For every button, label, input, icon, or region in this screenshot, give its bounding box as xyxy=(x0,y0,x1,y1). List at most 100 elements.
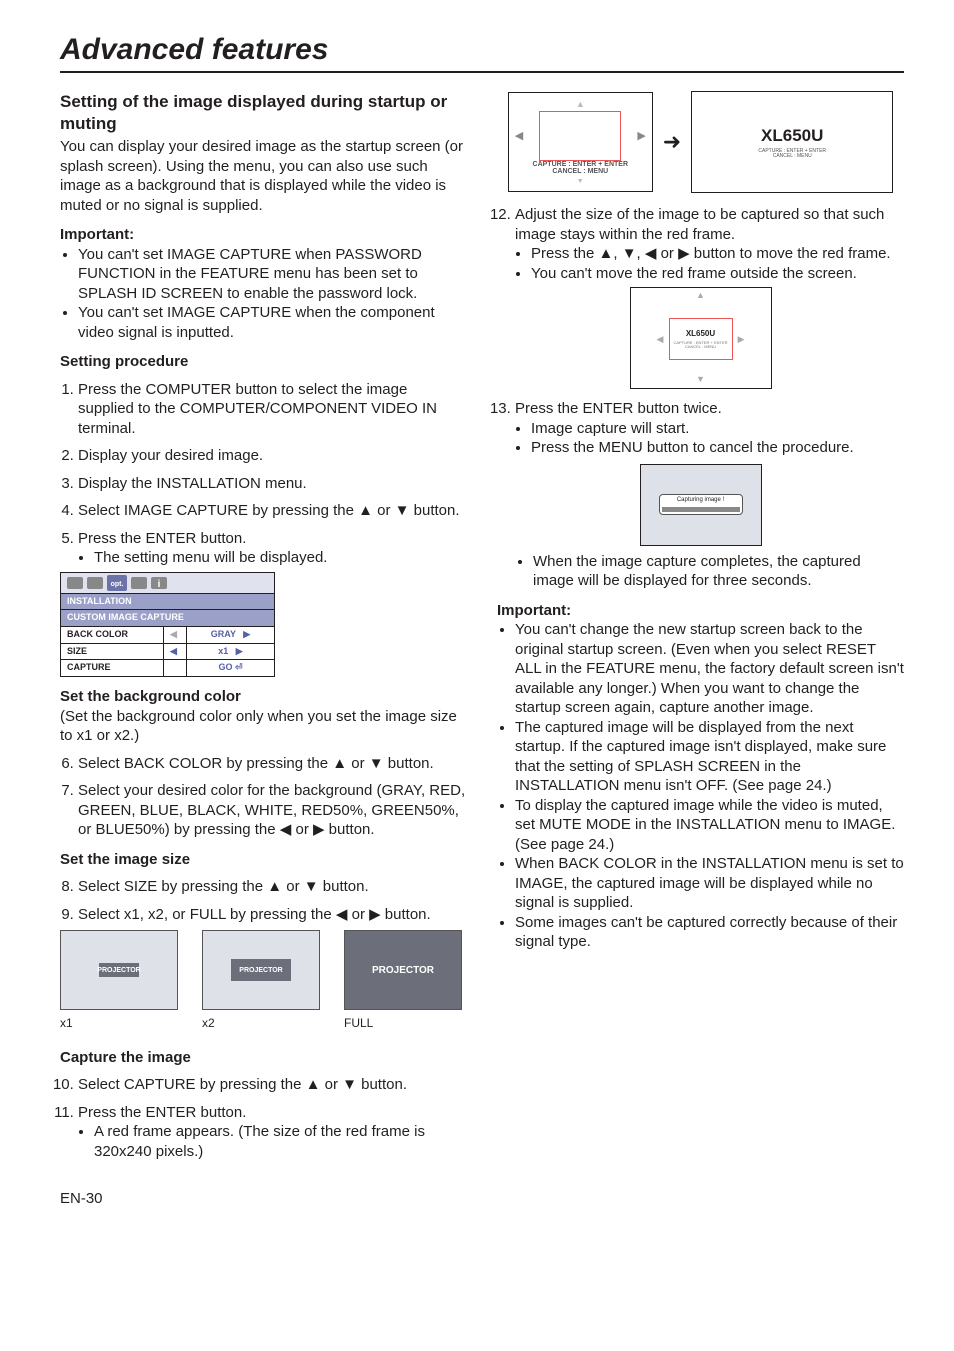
preview-logo: PROJECTOR xyxy=(231,959,291,981)
step-item: Press the ENTER button twice. Image capt… xyxy=(515,399,904,458)
menu-row-label: SIZE xyxy=(61,643,164,660)
preview-caption: FULL xyxy=(344,1016,462,1032)
menu-row-label: BACK COLOR xyxy=(61,627,164,644)
steps-1-5: Press the COMPUTER button to select the … xyxy=(60,380,467,568)
left-arrow-icon: ◀ xyxy=(515,129,523,143)
important-item: The captured image will be displayed fro… xyxy=(515,718,904,796)
small-frame-diagram: ▲ ◀ ▶ ▼ XL650U CAPTURE : ENTER + ENTER C… xyxy=(630,287,772,389)
capture-hint-line: CANCEL : MENU xyxy=(533,168,628,176)
left-column: Setting of the image displayed during st… xyxy=(60,91,467,1161)
step-sub-item: Press the ▲, ▼, ◀ or ▶ button to move th… xyxy=(531,244,904,264)
set-image-size-label: Set the image size xyxy=(60,850,467,870)
capture-image-label: Capture the image xyxy=(60,1048,467,1068)
steps-8-9: Select SIZE by pressing the ▲ or ▼ butto… xyxy=(60,877,467,924)
step-sub-item: Press the MENU button to cancel the proc… xyxy=(531,438,904,458)
left-arrow-icon: ◀ xyxy=(170,646,177,656)
status-text: Capturing image ! xyxy=(662,497,740,504)
important-list: You can't set IMAGE CAPTURE when PASSWOR… xyxy=(60,245,467,343)
step-item: Select CAPTURE by pressing the ▲ or ▼ bu… xyxy=(78,1075,467,1095)
down-arrow-icon: ▼ xyxy=(696,374,705,386)
step-item: Select SIZE by pressing the ▲ or ▼ butto… xyxy=(78,877,467,897)
set-background-color-label: Set the background color xyxy=(60,687,467,707)
target-screen-box: XL650U CAPTURE : ENTER + ENTER CANCEL : … xyxy=(691,91,893,193)
post-capture-note: When the image capture completes, the ca… xyxy=(515,552,904,591)
progress-bar xyxy=(662,507,740,512)
capture-crop-box: ▲ ◀ ▶ CAPTURE : ENTER + ENTER CANCEL : M… xyxy=(508,92,653,192)
step-12: Adjust the size of the image to be captu… xyxy=(497,205,904,283)
red-frame: XL650U CAPTURE : ENTER + ENTER CANCEL : … xyxy=(669,318,733,360)
arrow-icon: ➜ xyxy=(663,128,681,157)
step-sub-item: The setting menu will be displayed. xyxy=(94,548,467,568)
target-tiny-text: CAPTURE : ENTER + ENTER CANCEL : MENU xyxy=(758,149,826,159)
step-sub-item: Image capture will start. xyxy=(531,419,904,439)
important-item: You can't set IMAGE CAPTURE when the com… xyxy=(78,303,467,342)
preview-caption: x1 xyxy=(60,1016,178,1032)
important-label: Important: xyxy=(497,601,904,621)
preview-x2: PROJECTOR x2 xyxy=(202,930,320,1032)
important-label: Important: xyxy=(60,225,467,245)
menu-row-value: GRAY xyxy=(211,629,236,639)
preview-logo: PROJECTOR xyxy=(345,931,461,1009)
page-footer: EN-30 xyxy=(60,1189,904,1209)
left-arrow-icon: ◀ xyxy=(170,629,177,639)
step-item: Adjust the size of the image to be captu… xyxy=(515,205,904,283)
step-13: Press the ENTER button twice. Image capt… xyxy=(497,399,904,458)
step-text: Press the ENTER button twice. xyxy=(515,400,722,417)
capture-hint-line: CAPTURE : ENTER + ENTER xyxy=(533,161,628,169)
menu-row-label: CAPTURE xyxy=(61,660,164,677)
important-item: To display the captured image while the … xyxy=(515,796,904,855)
intro-paragraph: You can display your desired image as th… xyxy=(60,137,467,215)
right-arrow-icon: ▶ xyxy=(243,629,250,639)
menu-icon-row: opt. i xyxy=(61,572,275,593)
preview-x1: PROJECTOR x1 xyxy=(60,930,178,1032)
menu-subheader: CUSTOM IMAGE CAPTURE xyxy=(61,610,275,627)
svg-text:i: i xyxy=(158,579,161,590)
step-item: Press the ENTER button. The setting menu… xyxy=(78,529,467,568)
capturing-status-diagram: Capturing image ! xyxy=(640,464,762,546)
steps-6-7: Select BACK COLOR by pressing the ▲ or ▼… xyxy=(60,754,467,840)
note-item: When the image capture completes, the ca… xyxy=(533,552,904,591)
left-arrow-icon: ◀ xyxy=(657,334,664,346)
step-sub-item: A red frame appears. (The size of the re… xyxy=(94,1122,467,1161)
menu-row-value: x1 xyxy=(218,646,228,656)
right-arrow-icon: ▶ xyxy=(637,129,645,143)
important-item: You can't change the new startup screen … xyxy=(515,620,904,718)
step-item: Select x1, x2, or FULL by pressing the ◀… xyxy=(78,905,467,925)
step-sub-item: You can't move the red frame outside the… xyxy=(531,264,904,284)
preview-full: PROJECTOR FULL xyxy=(344,930,462,1032)
section-heading: Setting of the image displayed during st… xyxy=(60,91,467,135)
steps-10-11: Select CAPTURE by pressing the ▲ or ▼ bu… xyxy=(60,1075,467,1161)
down-arrow-icon: ▼ xyxy=(533,178,628,186)
enter-icon: ⏎ xyxy=(235,662,243,672)
right-arrow-icon: ▶ xyxy=(236,646,243,656)
step-item: Select IMAGE CAPTURE by pressing the ▲ o… xyxy=(78,501,467,521)
small-logo: XL650U xyxy=(686,329,715,339)
right-arrow-icon: ▶ xyxy=(738,334,745,346)
step-text: Press the ENTER button. xyxy=(78,530,246,547)
step-item: Press the COMPUTER button to select the … xyxy=(78,380,467,439)
preview-logo: PROJECTOR xyxy=(99,963,139,977)
menu-row-value: GO xyxy=(218,662,232,672)
step-text: Adjust the size of the image to be captu… xyxy=(515,206,884,243)
svg-text:opt.: opt. xyxy=(111,581,124,588)
step-text: Press the ENTER button. xyxy=(78,1104,246,1121)
capture-diagram-pair: ▲ ◀ ▶ CAPTURE : ENTER + ENTER CANCEL : M… xyxy=(497,91,904,193)
document-title: Advanced features xyxy=(60,30,904,73)
step-item: Select BACK COLOR by pressing the ▲ or ▼… xyxy=(78,754,467,774)
step-item: Display your desired image. xyxy=(78,446,467,466)
setting-procedure-label: Setting procedure xyxy=(60,352,467,372)
important-item: Some images can't be captured correctly … xyxy=(515,913,904,952)
small-hint: CAPTURE : ENTER + ENTER CANCEL : MENU xyxy=(673,341,727,349)
step-item: Display the INSTALLATION menu. xyxy=(78,474,467,494)
menu-header: INSTALLATION xyxy=(61,593,275,610)
important-item: You can't set IMAGE CAPTURE when PASSWOR… xyxy=(78,245,467,304)
installation-menu-table: opt. i INSTALLATION CUSTOM IMAGE CAPTURE… xyxy=(60,572,275,677)
step-item: Press the ENTER button. A red frame appe… xyxy=(78,1103,467,1162)
important-list-right: You can't change the new startup screen … xyxy=(497,620,904,952)
right-column: ▲ ◀ ▶ CAPTURE : ENTER + ENTER CANCEL : M… xyxy=(497,91,904,1161)
size-preview-row: PROJECTOR x1 PROJECTOR x2 PROJECTOR FULL xyxy=(60,930,467,1032)
preview-caption: x2 xyxy=(202,1016,320,1032)
step-item: Select your desired color for the backgr… xyxy=(78,781,467,840)
important-item: When BACK COLOR in the INSTALLATION menu… xyxy=(515,854,904,913)
target-logo: XL650U xyxy=(761,125,823,147)
